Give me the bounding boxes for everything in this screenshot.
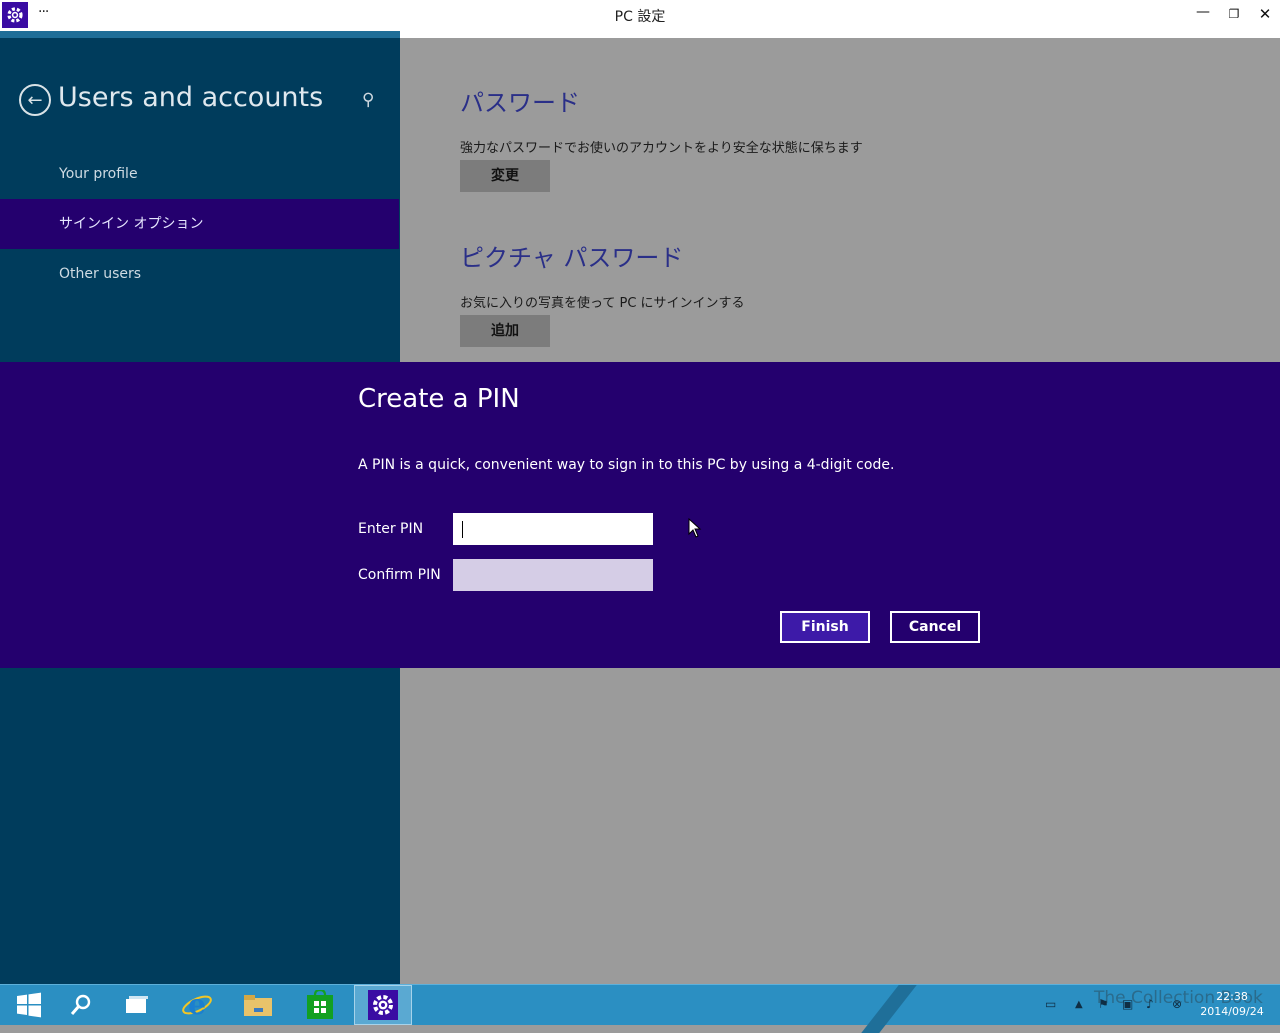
search-icon[interactable] (52, 985, 110, 1025)
picture-password-section-title: ピクチャ パスワード (460, 244, 684, 272)
back-button[interactable]: ← (19, 84, 51, 116)
finish-button[interactable]: Finish (780, 611, 870, 643)
keyboard-icon[interactable]: ▭ (1045, 997, 1056, 1011)
picture-password-description: お気に入りの写真を使って PC にサインインする (460, 296, 745, 311)
mouse-pointer-icon (688, 518, 702, 538)
svg-text:e: e (188, 989, 206, 1021)
action-center-flag-icon[interactable]: ⚑ (1098, 997, 1109, 1011)
minimize-button[interactable]: — (1193, 4, 1213, 20)
password-section-title: パスワード (460, 89, 580, 117)
confirm-pin-label: Confirm PIN (358, 567, 441, 583)
confirm-pin-input[interactable] (453, 559, 653, 591)
internet-explorer-icon[interactable]: e (168, 985, 226, 1025)
clock-time: 22:38 (1216, 990, 1248, 1003)
start-icon[interactable] (0, 985, 58, 1025)
title-bar: ··· PC 設定 — ❐ ✕ (0, 0, 1280, 32)
text-caret (462, 521, 463, 538)
clock-date: 2014/09/24 (1200, 1005, 1264, 1018)
taskbar-decoration (861, 985, 917, 1033)
task-view-icon[interactable] (108, 985, 166, 1025)
dialog-description: A PIN is a quick, convenient way to sign… (358, 457, 895, 473)
back-arrow-icon: ← (27, 89, 43, 111)
enter-pin-label: Enter PIN (358, 521, 424, 537)
window-title: PC 設定 (614, 9, 666, 25)
store-icon[interactable] (291, 985, 349, 1025)
network-icon[interactable]: ▣ (1122, 997, 1133, 1011)
enter-pin-input[interactable] (453, 513, 653, 545)
settings-taskbar-icon[interactable] (354, 985, 412, 1025)
sidebar-item-signin-options[interactable]: サインイン オプション (0, 199, 399, 249)
search-icon[interactable]: ⚲ (362, 90, 374, 110)
password-description: 強力なパスワードでお使いのアカウントをより安全な状態に保ちます (460, 141, 863, 156)
sidebar-item-other-users[interactable]: Other users (0, 249, 400, 299)
restore-button[interactable]: ❐ (1224, 7, 1244, 21)
notification-icon[interactable]: ⊗ (1172, 997, 1182, 1011)
content-top-strip (400, 31, 1280, 38)
add-picture-password-button[interactable]: 追加 (460, 315, 550, 347)
volume-icon[interactable]: ♪ (1146, 997, 1154, 1011)
show-hidden-icons-icon[interactable]: ▲ (1075, 999, 1083, 1010)
taskbar: e The Collection Book ▭ ▲ ⚑ ▣ ♪ ⊗ 22:38 … (0, 984, 1280, 1033)
file-explorer-icon[interactable] (229, 985, 287, 1025)
close-button[interactable]: ✕ (1255, 5, 1275, 23)
system-clock[interactable]: 22:38 2014/09/24 (1200, 989, 1264, 1019)
sidebar-item-your-profile[interactable]: Your profile (0, 149, 400, 199)
change-password-button[interactable]: 変更 (460, 160, 550, 192)
cancel-button[interactable]: Cancel (890, 611, 980, 643)
page-title: Users and accounts (58, 82, 324, 113)
left-pane-accent-bar (0, 31, 400, 38)
create-pin-dialog: Create a PIN A PIN is a quick, convenien… (0, 362, 1280, 668)
dialog-title: Create a PIN (358, 384, 520, 414)
